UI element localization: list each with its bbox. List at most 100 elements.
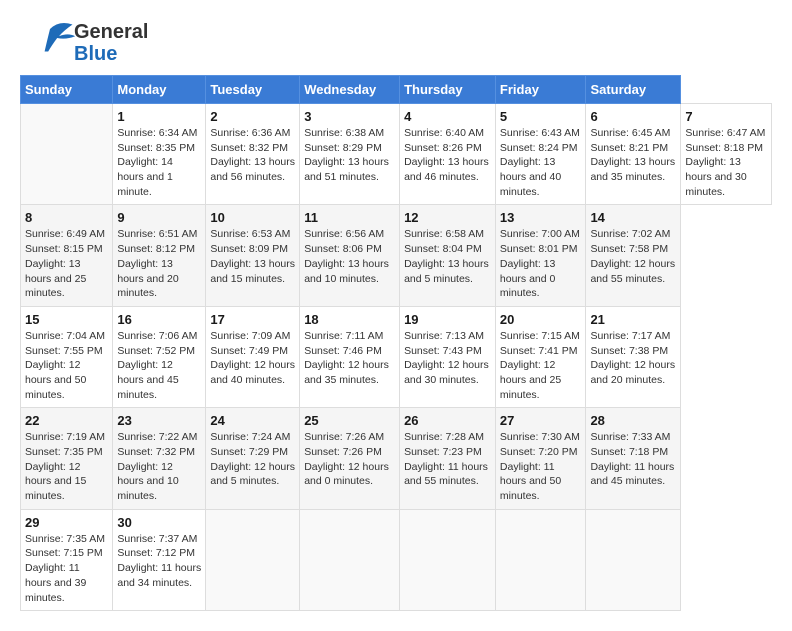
calendar-week-row: 22Sunrise: 7:19 AMSunset: 7:35 PMDayligh… <box>21 408 772 509</box>
calendar-cell: 25 Sunrise: 7:26 AMSunset: 7:26 PMDayligh… <box>300 408 400 509</box>
day-number: 17 <box>210 312 295 327</box>
calendar-cell: 13 Sunrise: 7:00 AMSunset: 8:01 PMDayligh… <box>495 205 586 306</box>
day-info: Sunrise: 6:34 AMSunset: 8:35 PMDaylight:… <box>117 126 201 199</box>
day-number: 9 <box>117 210 201 225</box>
day-number: 3 <box>304 109 395 124</box>
day-info: Sunrise: 6:53 AMSunset: 8:09 PMDaylight:… <box>210 227 295 286</box>
calendar-week-row: 15Sunrise: 7:04 AMSunset: 7:55 PMDayligh… <box>21 306 772 407</box>
calendar-cell: 20Sunrise: 7:15 AMSunset: 7:41 PMDayligh… <box>495 306 586 407</box>
calendar-cell: 26 Sunrise: 7:28 AMSunset: 7:23 PMDayligh… <box>400 408 496 509</box>
calendar-cell: 8 Sunrise: 6:49 AMSunset: 8:15 PMDaylight… <box>21 205 113 306</box>
day-info: Sunrise: 6:45 AMSunset: 8:21 PMDaylight:… <box>590 126 676 185</box>
day-info: Sunrise: 7:06 AMSunset: 7:52 PMDaylight:… <box>117 329 201 402</box>
day-info: Sunrise: 6:43 AMSunset: 8:24 PMDaylight:… <box>500 126 582 199</box>
calendar-cell: 19Sunrise: 7:13 AMSunset: 7:43 PMDayligh… <box>400 306 496 407</box>
day-number: 28 <box>590 413 676 428</box>
calendar-cell <box>586 509 681 610</box>
calendar-cell: 30 Sunrise: 7:37 AMSunset: 7:12 PMDayligh… <box>113 509 206 610</box>
calendar-cell: 1 Sunrise: 6:34 AMSunset: 8:35 PMDaylight… <box>113 104 206 205</box>
calendar-cell: 28 Sunrise: 7:33 AMSunset: 7:18 PMDayligh… <box>586 408 681 509</box>
calendar-header-thursday: Thursday <box>400 76 496 104</box>
day-number: 16 <box>117 312 201 327</box>
day-number: 8 <box>25 210 108 225</box>
calendar-cell: 15Sunrise: 7:04 AMSunset: 7:55 PMDayligh… <box>21 306 113 407</box>
day-info: Sunrise: 7:15 AMSunset: 7:41 PMDaylight:… <box>500 329 582 402</box>
day-info: Sunrise: 7:02 AMSunset: 7:58 PMDaylight:… <box>590 227 676 286</box>
day-info: Sunrise: 6:36 AMSunset: 8:32 PMDaylight:… <box>210 126 295 185</box>
calendar-cell: 16 Sunrise: 7:06 AMSunset: 7:52 PMDayligh… <box>113 306 206 407</box>
calendar-cell: 14 Sunrise: 7:02 AMSunset: 7:58 PMDayligh… <box>586 205 681 306</box>
calendar-cell: 9 Sunrise: 6:51 AMSunset: 8:12 PMDaylight… <box>113 205 206 306</box>
day-number: 26 <box>404 413 491 428</box>
day-number: 19 <box>404 312 491 327</box>
calendar-cell: 21Sunrise: 7:17 AMSunset: 7:38 PMDayligh… <box>586 306 681 407</box>
calendar-table: SundayMondayTuesdayWednesdayThursdayFrid… <box>20 75 772 611</box>
day-number: 6 <box>590 109 676 124</box>
day-info: Sunrise: 7:26 AMSunset: 7:26 PMDaylight:… <box>304 430 395 489</box>
calendar-cell <box>300 509 400 610</box>
day-info: Sunrise: 7:35 AMSunset: 7:15 PMDaylight:… <box>25 532 108 605</box>
calendar-cell: 7 Sunrise: 6:47 AMSunset: 8:18 PMDaylight… <box>681 104 772 205</box>
calendar-cell: 6 Sunrise: 6:45 AMSunset: 8:21 PMDaylight… <box>586 104 681 205</box>
calendar-header-wednesday: Wednesday <box>300 76 400 104</box>
calendar-cell: 23Sunrise: 7:22 AMSunset: 7:32 PMDayligh… <box>113 408 206 509</box>
calendar-cell: 5 Sunrise: 6:43 AMSunset: 8:24 PMDaylight… <box>495 104 586 205</box>
logo: General Blue <box>20 20 148 65</box>
day-number: 27 <box>500 413 582 428</box>
day-number: 5 <box>500 109 582 124</box>
day-number: 24 <box>210 413 295 428</box>
day-info: Sunrise: 6:51 AMSunset: 8:12 PMDaylight:… <box>117 227 201 300</box>
day-number: 1 <box>117 109 201 124</box>
day-number: 25 <box>304 413 395 428</box>
day-number: 2 <box>210 109 295 124</box>
day-number: 29 <box>25 515 108 530</box>
day-number: 12 <box>404 210 491 225</box>
calendar-cell: 3 Sunrise: 6:38 AMSunset: 8:29 PMDaylight… <box>300 104 400 205</box>
day-number: 30 <box>117 515 201 530</box>
day-info: Sunrise: 7:24 AMSunset: 7:29 PMDaylight:… <box>210 430 295 489</box>
day-info: Sunrise: 6:58 AMSunset: 8:04 PMDaylight:… <box>404 227 491 286</box>
calendar-cell: 4 Sunrise: 6:40 AMSunset: 8:26 PMDaylight… <box>400 104 496 205</box>
day-number: 7 <box>685 109 767 124</box>
day-number: 4 <box>404 109 491 124</box>
day-info: Sunrise: 6:40 AMSunset: 8:26 PMDaylight:… <box>404 126 491 185</box>
day-info: Sunrise: 7:28 AMSunset: 7:23 PMDaylight:… <box>404 430 491 489</box>
calendar-cell <box>495 509 586 610</box>
day-info: Sunrise: 6:56 AMSunset: 8:06 PMDaylight:… <box>304 227 395 286</box>
day-info: Sunrise: 6:49 AMSunset: 8:15 PMDaylight:… <box>25 227 108 300</box>
day-number: 10 <box>210 210 295 225</box>
calendar-header-row: SundayMondayTuesdayWednesdayThursdayFrid… <box>21 76 772 104</box>
day-number: 13 <box>500 210 582 225</box>
day-info: Sunrise: 7:00 AMSunset: 8:01 PMDaylight:… <box>500 227 582 300</box>
day-number: 15 <box>25 312 108 327</box>
day-info: Sunrise: 7:33 AMSunset: 7:18 PMDaylight:… <box>590 430 676 489</box>
day-info: Sunrise: 7:09 AMSunset: 7:49 PMDaylight:… <box>210 329 295 388</box>
calendar-cell: 10 Sunrise: 6:53 AMSunset: 8:09 PMDayligh… <box>206 205 300 306</box>
calendar-cell: 12 Sunrise: 6:58 AMSunset: 8:04 PMDayligh… <box>400 205 496 306</box>
calendar-cell: 29 Sunrise: 7:35 AMSunset: 7:15 PMDayligh… <box>21 509 113 610</box>
day-info: Sunrise: 6:38 AMSunset: 8:29 PMDaylight:… <box>304 126 395 185</box>
calendar-cell: 17 Sunrise: 7:09 AMSunset: 7:49 PMDayligh… <box>206 306 300 407</box>
logo: General Blue <box>20 20 148 65</box>
calendar-cell: 22Sunrise: 7:19 AMSunset: 7:35 PMDayligh… <box>21 408 113 509</box>
day-number: 21 <box>590 312 676 327</box>
calendar-cell: 24 Sunrise: 7:24 AMSunset: 7:29 PMDayligh… <box>206 408 300 509</box>
day-info: Sunrise: 7:37 AMSunset: 7:12 PMDaylight:… <box>117 532 201 591</box>
day-number: 14 <box>590 210 676 225</box>
calendar-cell <box>400 509 496 610</box>
calendar-week-row: 8 Sunrise: 6:49 AMSunset: 8:15 PMDaylight… <box>21 205 772 306</box>
calendar-cell <box>21 104 113 205</box>
calendar-header-friday: Friday <box>495 76 586 104</box>
calendar-cell: 2 Sunrise: 6:36 AMSunset: 8:32 PMDaylight… <box>206 104 300 205</box>
logo-general-text: General <box>74 21 148 43</box>
calendar-cell <box>206 509 300 610</box>
calendar-header-sunday: Sunday <box>21 76 113 104</box>
calendar-cell: 27 Sunrise: 7:30 AMSunset: 7:20 PMDayligh… <box>495 408 586 509</box>
day-info: Sunrise: 7:30 AMSunset: 7:20 PMDaylight:… <box>500 430 582 503</box>
page-header: General Blue <box>20 20 772 65</box>
day-number: 23 <box>117 413 201 428</box>
logo-blue-text: Blue <box>74 43 148 65</box>
logo-bird-icon <box>20 20 80 65</box>
day-info: Sunrise: 7:11 AMSunset: 7:46 PMDaylight:… <box>304 329 395 388</box>
day-info: Sunrise: 6:47 AMSunset: 8:18 PMDaylight:… <box>685 126 767 199</box>
